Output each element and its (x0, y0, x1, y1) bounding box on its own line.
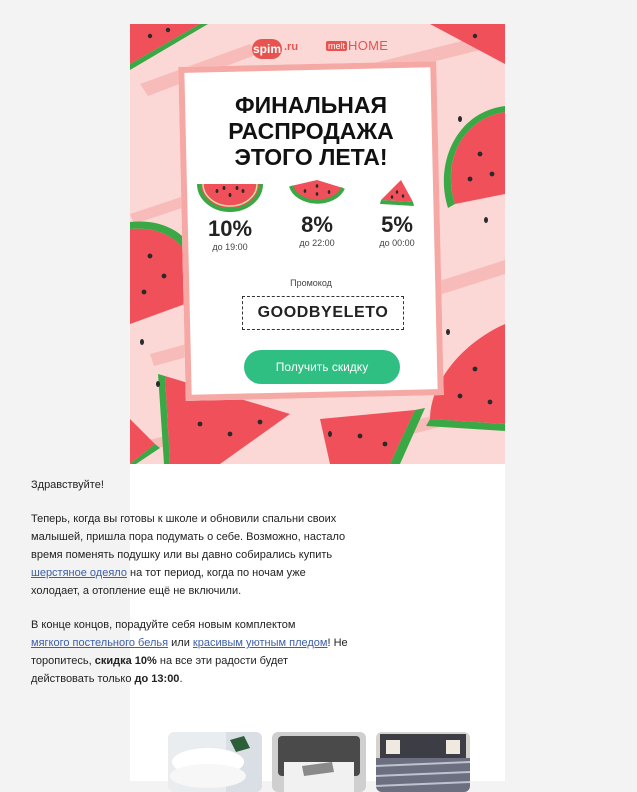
spim-logo-suffix: .ru (284, 41, 299, 53)
headline-line-3: ЭТОГО ЛЕТА! (234, 144, 388, 170)
discount-value: 10% (207, 216, 253, 241)
discount-deadline: до 22:00 (299, 238, 335, 248)
headline-line-1: ФИНАЛЬНАЯ (234, 92, 388, 118)
watermelon-slice-icon (197, 183, 263, 212)
discount-deadline: до 19:00 (212, 242, 248, 252)
watermelon-slice-icon (380, 180, 414, 206)
wool-blanket-link[interactable]: шерстяное одеяло (31, 567, 127, 579)
discount-value: 5% (381, 212, 413, 237)
discount-highlight: скидка 10% (94, 655, 157, 667)
discount-tier-1: 10% до 19:00 (194, 178, 266, 252)
home-logo[interactable]: melt HOME (326, 38, 388, 53)
discount-tier-2: 8% до 22:00 (282, 178, 352, 248)
paragraph-2: В конце концов, порадуйте себя новым ком… (31, 616, 351, 688)
home-logo-word: HOME (348, 38, 389, 53)
discount-value: 8% (301, 212, 333, 237)
bedding-link[interactable]: мягкого постельного белья (31, 637, 168, 649)
p2-text-mid: или (168, 637, 193, 649)
email-body: Здравствуйте! Теперь, когда вы готовы к … (31, 476, 351, 704)
deadline-highlight: до 13:00 (134, 673, 180, 685)
blanket-product-image[interactable] (272, 732, 366, 792)
p1-text-start: Теперь, когда вы готовы к школе и обнови… (31, 513, 346, 561)
plaid-link[interactable]: красивым уютным пледом (193, 637, 328, 649)
promo-code-box[interactable]: GOODBYELETO (242, 296, 404, 330)
p2-text-start: В конце концов, порадуйте себя новым ком… (31, 619, 296, 631)
headline-line-2: РАСПРОДАЖА (228, 118, 394, 144)
paragraph-1: Теперь, когда вы готовы к школе и обнови… (31, 510, 351, 600)
discount-tier-3: 5% до 00:00 (368, 178, 426, 248)
watermelon-slice-icon (289, 180, 345, 204)
hero-banner: spim .ru melt HOME ФИНАЛЬНАЯ РАСПРОДАЖА Э… (130, 24, 505, 464)
p2-text-end: . (179, 673, 183, 685)
get-discount-button[interactable]: Получить скидку (244, 350, 400, 384)
bedding-product-image[interactable] (376, 732, 470, 792)
discount-tiers: 10% до 19:00 8% до 22:00 5% до 00:00 (194, 178, 430, 268)
product-thumbnails (168, 732, 470, 792)
greeting: Здравствуйте! (31, 479, 104, 491)
home-logo-mark: melt (326, 41, 348, 51)
promo-card: ФИНАЛЬНАЯ РАСПРОДАЖА ЭТОГО ЛЕТА! 10% до (178, 61, 444, 401)
promo-code-label: Промокод (290, 278, 332, 288)
spim-logo[interactable]: spim (252, 39, 282, 59)
pillows-product-image[interactable] (168, 732, 262, 792)
discount-deadline: до 00:00 (379, 238, 415, 248)
sale-headline: ФИНАЛЬНАЯ РАСПРОДАЖА ЭТОГО ЛЕТА! (188, 92, 434, 170)
